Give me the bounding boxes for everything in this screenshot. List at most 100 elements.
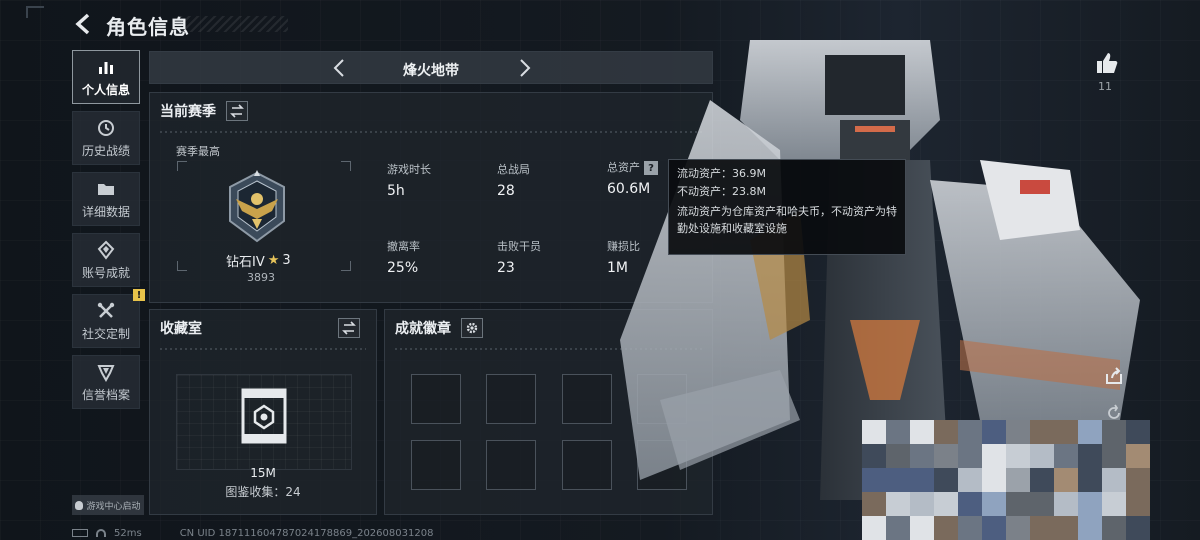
rank-emblem-icon [229, 170, 285, 243]
tooltip-fixed-assets: 不动资产：23.8M [677, 184, 766, 198]
uid-text: CN UID 187111604787024178869_20260803120… [179, 527, 434, 539]
sidebar: 个人信息 历史战绩 详细数据 账号成就 社交定制 ! 信誉档案 [72, 50, 145, 416]
mode-next-button[interactable] [512, 56, 536, 80]
mosaic-cell [982, 444, 1006, 468]
ping-value: 52ms [114, 527, 142, 539]
mosaic-cell [910, 444, 934, 468]
sidebar-item-achievements[interactable]: 账号成就 [72, 233, 140, 287]
game-center-label: 游戏中心启动 [86, 501, 141, 512]
season-switch-button[interactable] [226, 101, 248, 121]
mosaic-cell [1078, 444, 1102, 468]
sidebar-item-social[interactable]: 社交定制 ! [72, 289, 145, 348]
collection-count: 图鉴收集：24 [225, 485, 301, 499]
stat-play-time: 游戏时长 5h [387, 161, 431, 199]
season-title: 当前赛季 [160, 104, 216, 120]
divider [160, 348, 366, 350]
page-title: 角色信息 [106, 15, 190, 39]
qq-icon [75, 500, 84, 510]
stat-label: 总战局 [497, 163, 530, 176]
mosaic-cell [1054, 468, 1078, 492]
stat-label: 击败干员 [497, 240, 541, 253]
sidebar-item-label: 详细数据 [81, 204, 130, 219]
mosaic-cell [1126, 444, 1150, 468]
tooltip-liquid-assets: 流动资产：36.9M [677, 167, 766, 180]
stat-total-matches: 总战局 28 [497, 161, 530, 199]
clock-icon [96, 118, 116, 138]
collection-panel[interactable]: 收藏室 15M 图鉴收集：24 [149, 309, 377, 515]
mosaic-cell [1054, 420, 1078, 444]
mosaic-cell [958, 516, 982, 540]
assets-tooltip: 流动资产：36.9M 不动资产：23.8M 流动资产为仓库资产和哈夫币，不动资产… [668, 159, 906, 255]
rank-tier: 钻石IV [226, 255, 265, 270]
sidebar-item-history[interactable]: 历史战绩 [72, 111, 140, 165]
mosaic-cell [1078, 420, 1102, 444]
rank-score: 3893 [247, 271, 275, 284]
mosaic-cell [982, 468, 1006, 492]
badges-settings-button[interactable] [461, 318, 483, 338]
mosaic-cell [862, 444, 886, 468]
mosaic-cell [1006, 516, 1030, 540]
mosaic-cell [934, 516, 958, 540]
mosaic-cell [862, 516, 886, 540]
rotate-icon [1108, 404, 1120, 419]
sidebar-item-label: 个人信息 [81, 82, 130, 97]
mosaic-cell [1054, 492, 1078, 516]
badge-slot[interactable] [411, 440, 461, 490]
like-count: 11 [1098, 80, 1112, 93]
mosaic-cell [1102, 420, 1126, 444]
mosaic-cell [1006, 420, 1030, 444]
swap-icon [342, 321, 356, 335]
mosaic-cell [958, 444, 982, 468]
stat-value: 28 [497, 183, 515, 199]
mosaic-cell [1030, 420, 1054, 444]
badge-slot[interactable] [486, 440, 536, 490]
corner-mark [26, 6, 44, 18]
mosaic-cell [934, 420, 958, 444]
mosaic-cell [982, 420, 1006, 444]
mosaic-cell [1006, 468, 1030, 492]
title-decoration [180, 16, 288, 32]
mosaic-cell [982, 516, 1006, 540]
mosaic-cell [1030, 468, 1054, 492]
rank-name: 钻石IV ★ 3 [226, 251, 291, 270]
back-arrow-icon [75, 13, 90, 35]
mosaic-cell [958, 420, 982, 444]
sidebar-item-credit[interactable]: 信誉档案 [72, 355, 140, 409]
mosaic-cell [910, 492, 934, 516]
mosaic-cell [934, 492, 958, 516]
thumbs-up-icon [1097, 53, 1118, 73]
wifi-icon [96, 529, 106, 537]
mosaic-cell [1054, 516, 1078, 540]
share-button[interactable] [1104, 366, 1124, 386]
stat-kills: 击败干员 23 [497, 238, 541, 276]
mosaic-cell [1006, 492, 1030, 516]
badge-slot[interactable] [411, 374, 461, 424]
mosaic-cell [1126, 468, 1150, 492]
badge-slot[interactable] [486, 374, 536, 424]
mosaic-cell [886, 492, 910, 516]
mosaic-cell [1078, 516, 1102, 540]
mosaic-cell [1102, 492, 1126, 516]
sidebar-item-detail-data[interactable]: 详细数据 [72, 172, 140, 226]
rotate-button[interactable] [1105, 404, 1123, 422]
collection-switch-button[interactable] [338, 318, 360, 338]
mosaic-cell [886, 420, 910, 444]
badges-title: 成就徽章 [395, 321, 451, 337]
sidebar-item-personal-info[interactable]: 个人信息 [72, 50, 140, 104]
mosaic-cell [910, 420, 934, 444]
game-center-button[interactable]: 游戏中心启动 [72, 495, 144, 515]
back-button[interactable] [70, 10, 98, 38]
mosaic-cell [1102, 444, 1126, 468]
gear-icon [466, 322, 478, 334]
swap-icon [230, 104, 244, 118]
sidebar-item-label: 账号成就 [81, 265, 130, 280]
mosaic-cell [934, 468, 958, 492]
mosaic-cell [1030, 444, 1054, 468]
mosaic-cell [934, 444, 958, 468]
display-case-icon [241, 388, 287, 444]
like-button[interactable] [1094, 50, 1120, 76]
sidebar-item-label: 信誉档案 [81, 387, 130, 402]
stat-value: 23 [497, 260, 515, 276]
sidebar-item-label: 历史战绩 [81, 143, 130, 158]
mosaic-cell [982, 492, 1006, 516]
